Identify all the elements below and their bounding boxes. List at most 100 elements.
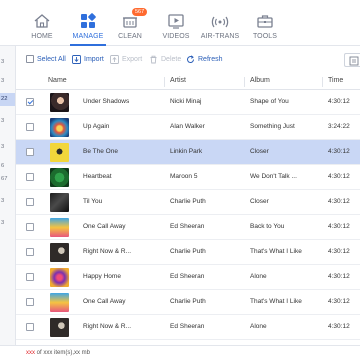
album-art-thumbnail xyxy=(50,93,69,112)
album-name: That's What I Like xyxy=(250,248,302,255)
song-duration: 4:30:12 xyxy=(328,323,350,330)
refresh-icon xyxy=(187,55,194,63)
nav-clean[interactable]: 567 CLEAN xyxy=(108,8,152,46)
table-row[interactable]: Happy Home Ed Sheeran Alone 4:30:12 xyxy=(16,265,360,290)
album-name: Alone xyxy=(250,273,267,280)
album-name: Shape of You xyxy=(250,98,289,105)
artist-name: Charlie Puth xyxy=(170,298,206,305)
nav-manage-label: MANAGE xyxy=(72,33,104,40)
sidebar-count[interactable]: 6 xyxy=(1,163,15,169)
delete-button[interactable]: Delete xyxy=(149,55,181,64)
album-art-thumbnail xyxy=(50,318,69,337)
song-duration: 4:30:12 xyxy=(328,148,350,155)
sidebar-count[interactable]: 3 xyxy=(1,220,15,226)
import-icon xyxy=(72,55,81,64)
sidebar-count-selected[interactable]: 22 xyxy=(0,93,15,106)
refresh-label: Refresh xyxy=(198,56,223,63)
list-view-icon xyxy=(349,56,359,66)
row-checkbox[interactable] xyxy=(26,298,34,306)
song-name: Happy Home xyxy=(83,273,121,280)
table-row[interactable]: Be The One Linkin Park Closer 4:30:12 xyxy=(16,140,360,165)
album-art-thumbnail xyxy=(50,193,69,212)
status-summary: of xxx item(s),xx mb xyxy=(35,350,91,356)
song-duration: 4:30:12 xyxy=(328,273,350,280)
home-icon xyxy=(34,14,50,28)
row-checkbox[interactable] xyxy=(26,273,34,281)
table-row[interactable]: Under Shadows Nicki Minaj Shape of You 4:30… xyxy=(16,90,360,115)
song-name: Under Shadows xyxy=(83,98,130,105)
album-art-thumbnail xyxy=(50,243,69,262)
song-duration: 4:30:12 xyxy=(328,198,350,205)
nav-home[interactable]: HOME xyxy=(20,8,64,46)
song-name: One Call Away xyxy=(83,223,126,230)
song-name: Right Now & R... xyxy=(83,248,132,255)
select-all-button[interactable]: Select All xyxy=(26,55,66,63)
album-name: We Don't Talk ... xyxy=(250,173,297,180)
sidebar-count[interactable]: 3 xyxy=(1,144,15,150)
column-divider xyxy=(244,77,245,87)
row-checkbox[interactable] xyxy=(26,323,34,331)
sidebar-count[interactable]: 3 xyxy=(1,198,15,204)
artist-name: Linkin Park xyxy=(170,148,203,155)
table-row[interactable]: Right Now & R... Ed Sheeran Alone 4:30:12 xyxy=(16,315,360,340)
column-header-name[interactable]: Name xyxy=(48,77,67,84)
song-name: Til You xyxy=(83,198,103,205)
sidebar-count[interactable]: 3 xyxy=(1,59,15,65)
table-row[interactable]: Up Again Alan Walker Something Just 3:24:22 xyxy=(16,115,360,140)
refresh-button[interactable]: Refresh xyxy=(186,55,223,64)
select-all-checkbox[interactable] xyxy=(26,55,34,63)
song-duration: 4:30:12 xyxy=(328,98,350,105)
table-row[interactable]: One Call Away Ed Sheeran Back to You 4:30:1… xyxy=(16,215,360,240)
toolbox-icon xyxy=(257,15,273,28)
row-checkbox[interactable] xyxy=(26,98,34,106)
column-header-album[interactable]: Album xyxy=(250,77,270,84)
column-header-time[interactable]: Time xyxy=(328,77,343,84)
import-label: Import xyxy=(84,56,104,63)
album-art-thumbnail xyxy=(50,218,69,237)
row-checkbox[interactable] xyxy=(26,223,34,231)
song-name: Right Now & R... xyxy=(83,323,132,330)
song-name: One Call Away xyxy=(83,298,126,305)
row-checkbox[interactable] xyxy=(26,173,34,181)
artist-name: Charlie Puth xyxy=(170,248,206,255)
trash-icon xyxy=(150,55,157,64)
album-art-thumbnail xyxy=(50,268,69,287)
album-name: That's What I Like xyxy=(250,298,302,305)
table-row[interactable]: Heartbeat Maroon 5 We Don't Talk ... 4:30:1… xyxy=(16,165,360,190)
row-checkbox[interactable] xyxy=(26,248,34,256)
album-name: Back to You xyxy=(250,223,285,230)
song-name: Be The One xyxy=(83,148,118,155)
nav-air-trans-label: AIR-TRANS xyxy=(200,33,240,40)
row-checkbox[interactable] xyxy=(26,198,34,206)
song-name: Up Again xyxy=(83,123,110,130)
nav-tools[interactable]: TOOLS xyxy=(243,8,287,46)
nav-air-trans[interactable]: AIR-TRANS xyxy=(198,8,242,46)
export-label: Export xyxy=(122,56,143,63)
song-duration: 4:30:12 xyxy=(328,248,350,255)
sidebar-count[interactable]: 3 xyxy=(1,78,15,84)
sidebar-count[interactable]: 3 xyxy=(1,118,15,124)
manage-icon xyxy=(81,13,96,28)
import-button[interactable]: Import xyxy=(72,55,104,64)
row-checkbox[interactable] xyxy=(26,148,34,156)
nav-videos[interactable]: VIDEOS xyxy=(154,8,198,46)
sidebar-count[interactable]: 67 xyxy=(1,176,15,182)
nav-tools-label: TOOLS xyxy=(252,33,278,40)
table-row[interactable]: One Call Away Charlie Puth That's What I L… xyxy=(16,290,360,315)
nav-manage[interactable]: MANAGE xyxy=(66,8,110,46)
column-header-artist[interactable]: Artist xyxy=(170,77,186,84)
row-checkbox[interactable] xyxy=(26,123,34,131)
album-name: Closer xyxy=(250,148,269,155)
clean-badge: 567 xyxy=(132,8,148,16)
delete-label: Delete xyxy=(161,56,182,63)
status-bar: xxx of xxx item(s),xx mb xyxy=(0,345,360,360)
table-row[interactable]: Right Now & R... Charlie Puth That's What … xyxy=(16,240,360,265)
song-duration: 4:30:12 xyxy=(328,223,350,230)
view-toggle-button[interactable] xyxy=(344,53,360,67)
album-art-thumbnail xyxy=(50,293,69,312)
active-tab-underline xyxy=(70,44,106,46)
export-button[interactable]: Export xyxy=(110,55,142,64)
song-name: Heartbeat xyxy=(83,173,112,180)
table-row[interactable]: Til You Charlie Puth Closer 4:30:12 xyxy=(16,190,360,215)
toolbar: Select All Import Export Delete Refresh xyxy=(16,53,360,71)
